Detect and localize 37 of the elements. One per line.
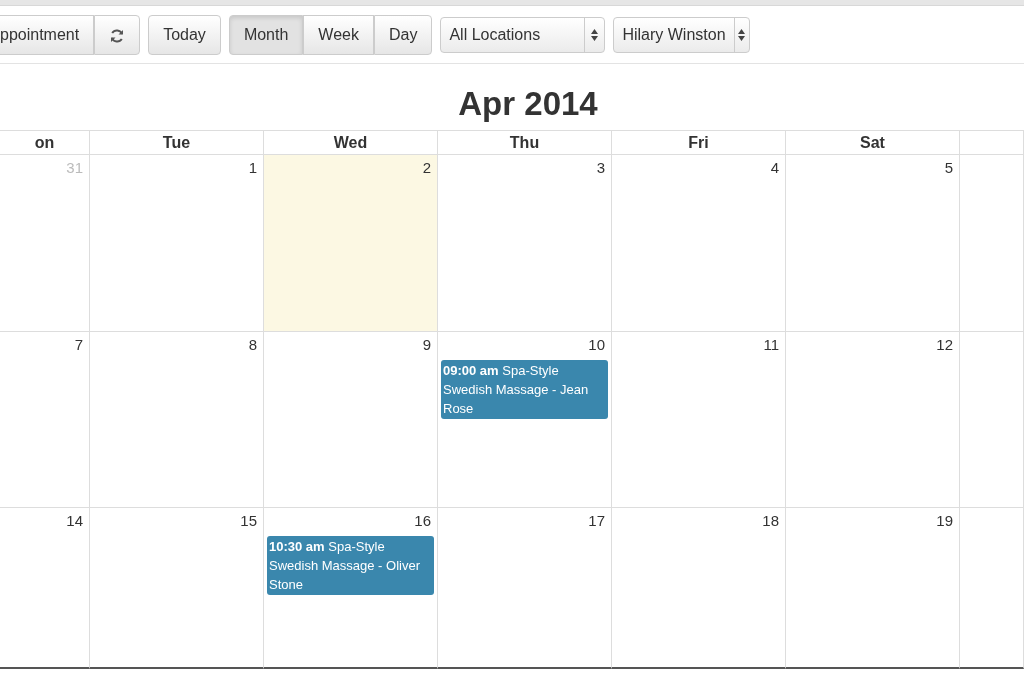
updown-arrow-icon bbox=[591, 29, 599, 41]
location-select[interactable]: All Locations bbox=[440, 17, 606, 53]
weekday-header: Sat bbox=[786, 131, 960, 156]
day-number: 4 bbox=[769, 158, 780, 179]
day-number: 15 bbox=[239, 511, 258, 532]
refresh-icon bbox=[109, 27, 126, 44]
day-number: 19 bbox=[935, 511, 954, 532]
view-tab[interactable]: Week bbox=[303, 15, 374, 55]
day-number: 2 bbox=[421, 158, 432, 179]
today-button[interactable]: Today bbox=[148, 15, 221, 55]
day-number: 16 bbox=[413, 511, 432, 532]
weekday-header: on bbox=[0, 131, 90, 156]
day-number: 10 bbox=[587, 335, 606, 356]
day-number: 7 bbox=[73, 335, 84, 356]
refresh-button[interactable] bbox=[94, 15, 141, 55]
view-tab[interactable]: Day bbox=[373, 15, 433, 55]
updown-arrow-icon bbox=[738, 29, 746, 41]
calendar-event[interactable]: 10:30 am Spa-Style Swedish Massage - Oliver Stone bbox=[267, 535, 434, 595]
day-number: 17 bbox=[587, 511, 606, 532]
day-number: 9 bbox=[421, 335, 432, 356]
day-number: 11 bbox=[762, 335, 780, 356]
day-number: 18 bbox=[761, 511, 780, 532]
weekday-header: Thu bbox=[438, 131, 612, 156]
day-number: 3 bbox=[595, 158, 606, 179]
month-title: Apr 2014 bbox=[457, 86, 599, 123]
view-tab[interactable]: Month bbox=[228, 15, 304, 55]
new-appointment-button[interactable]: ppointment bbox=[0, 15, 95, 55]
weekday-header: Tue bbox=[90, 131, 264, 156]
day-number: 12 bbox=[935, 335, 954, 356]
day-number: 14 bbox=[65, 511, 84, 532]
day-number: 5 bbox=[943, 158, 954, 179]
day-number: 8 bbox=[247, 335, 258, 356]
day-number: 1 bbox=[247, 158, 258, 179]
weekday-header: Fri bbox=[612, 131, 786, 156]
day-number: 31 bbox=[65, 158, 84, 179]
calendar-event[interactable]: 09:00 am Spa-Style Swedish Massage - Jean Rose bbox=[441, 359, 608, 419]
staff-select[interactable]: Hilary Winston bbox=[613, 17, 751, 53]
